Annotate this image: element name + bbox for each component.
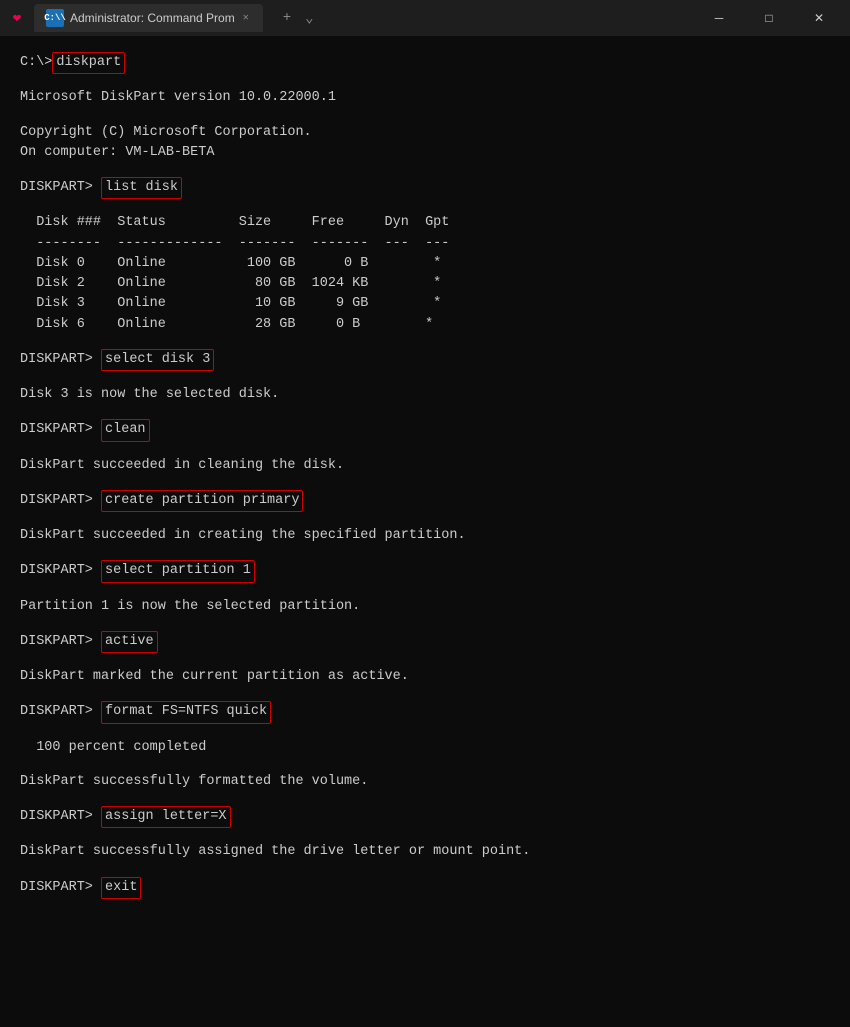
cmd-sel-part-highlight: select partition 1	[101, 560, 255, 582]
blank-line	[20, 687, 830, 701]
resp-select-disk: Disk 3 is now the selected disk.	[20, 385, 830, 405]
diskpart-prompt-1: DISKPART>	[20, 178, 101, 198]
diskpart-prompt-4: DISKPART>	[20, 491, 101, 511]
blank-line	[20, 512, 830, 526]
blank-line	[20, 442, 830, 456]
disk0-row: Disk 0 Online 100 GB 0 B *	[20, 254, 830, 274]
close-button[interactable]: ✕	[796, 0, 842, 36]
cmd-line-diskpart: C:\>diskpart	[20, 52, 830, 74]
terminal-tab[interactable]: C:\\ Administrator: Command Prom ✕	[34, 4, 263, 32]
computer-line: On computer: VM-LAB-BETA	[20, 143, 830, 163]
resp-format2: DiskPart successfully formatted the volu…	[20, 772, 830, 792]
cmd-line-assign: DISKPART> assign letter=X	[20, 806, 830, 828]
cmd-line-sel-part: DISKPART> select partition 1	[20, 560, 830, 582]
terminal-window: ❤ C:\\ Administrator: Command Prom ✕ + ⌄…	[0, 0, 850, 1027]
title-bar-left: ❤ C:\\ Administrator: Command Prom ✕ + ⌄	[8, 4, 318, 32]
cmd-create-highlight: create partition primary	[101, 490, 303, 512]
table-header: Disk ### Status Size Free Dyn Gpt	[20, 213, 830, 233]
cmd-clean-highlight: clean	[101, 419, 150, 441]
blank-line	[20, 583, 830, 597]
diskpart-prompt-6: DISKPART>	[20, 632, 101, 652]
minimize-button[interactable]: ─	[696, 0, 742, 36]
blank-line	[20, 109, 830, 123]
blank-line	[20, 476, 830, 490]
cmd-format-highlight: format FS=NTFS quick	[101, 701, 271, 723]
terminal-tab-icon: C:\\	[46, 9, 64, 27]
cmd-list-disk-highlight: list disk	[101, 177, 182, 199]
diskpart-prompt-3: DISKPART>	[20, 420, 101, 440]
title-bar: ❤ C:\\ Administrator: Command Prom ✕ + ⌄…	[0, 0, 850, 36]
cmd-select-disk-highlight: select disk 3	[101, 349, 214, 371]
maximize-button[interactable]: □	[746, 0, 792, 36]
cmd-line-select-disk: DISKPART> select disk 3	[20, 349, 830, 371]
blank-line	[20, 828, 830, 842]
resp-format1: 100 percent completed	[20, 738, 830, 758]
cmd-active-highlight: active	[101, 631, 158, 653]
table-sep: -------- ------------- ------- ------- -…	[20, 234, 830, 254]
terminal-body[interactable]: C:\>diskpart Microsoft DiskPart version …	[0, 36, 850, 1027]
disk6-row: Disk 6 Online 28 GB 0 B *	[20, 315, 830, 335]
copyright-line: Copyright (C) Microsoft Corporation.	[20, 123, 830, 143]
initial-prompt: C:\>	[20, 53, 52, 73]
blank-line	[20, 863, 830, 877]
tab-title: Administrator: Command Prom	[70, 11, 235, 25]
diskpart-prompt-8: DISKPART>	[20, 807, 101, 827]
blank-line	[20, 335, 830, 349]
resp-assign: DiskPart successfully assigned the drive…	[20, 842, 830, 862]
blank-line	[20, 758, 830, 772]
disk2-row: Disk 2 Online 80 GB 1024 KB *	[20, 274, 830, 294]
window-controls: ─ □ ✕	[696, 0, 842, 36]
cmd-line-active: DISKPART> active	[20, 631, 830, 653]
blank-line	[20, 653, 830, 667]
diskpart-prompt-5: DISKPART>	[20, 561, 101, 581]
version-line: Microsoft DiskPart version 10.0.22000.1	[20, 88, 830, 108]
cmd-line-exit: DISKPART> exit	[20, 877, 830, 899]
blank-line	[20, 724, 830, 738]
tab-dropdown-button[interactable]: ⌄	[301, 8, 317, 29]
diskpart-prompt-7: DISKPART>	[20, 702, 101, 722]
blank-line	[20, 163, 830, 177]
resp-create: DiskPart succeeded in creating the speci…	[20, 526, 830, 546]
diskpart-prompt-2: DISKPART>	[20, 350, 101, 370]
blank-line	[20, 405, 830, 419]
diskpart-prompt-9: DISKPART>	[20, 878, 101, 898]
brand-icon: ❤	[8, 9, 26, 27]
heart-icon: ❤	[13, 10, 21, 27]
blank-line	[20, 199, 830, 213]
cmd-line-create: DISKPART> create partition primary	[20, 490, 830, 512]
blank-line	[20, 371, 830, 385]
tab-controls: + ⌄	[279, 8, 318, 29]
resp-sel-part: Partition 1 is now the selected partitio…	[20, 597, 830, 617]
cmd-line-format: DISKPART> format FS=NTFS quick	[20, 701, 830, 723]
add-tab-button[interactable]: +	[279, 8, 295, 28]
blank-line	[20, 792, 830, 806]
resp-active: DiskPart marked the current partition as…	[20, 667, 830, 687]
cmd-line-list-disk: DISKPART> list disk	[20, 177, 830, 199]
cmd-exit-highlight: exit	[101, 877, 141, 899]
cmd-assign-highlight: assign letter=X	[101, 806, 231, 828]
resp-clean: DiskPart succeeded in cleaning the disk.	[20, 456, 830, 476]
cmd-diskpart-highlight: diskpart	[52, 52, 125, 74]
blank-line	[20, 617, 830, 631]
close-tab-button[interactable]: ✕	[241, 10, 251, 26]
terminal-icon-inner: C:\\	[44, 13, 66, 23]
disk3-row: Disk 3 Online 10 GB 9 GB *	[20, 294, 830, 314]
blank-line	[20, 74, 830, 88]
cmd-line-clean: DISKPART> clean	[20, 419, 830, 441]
blank-line	[20, 546, 830, 560]
